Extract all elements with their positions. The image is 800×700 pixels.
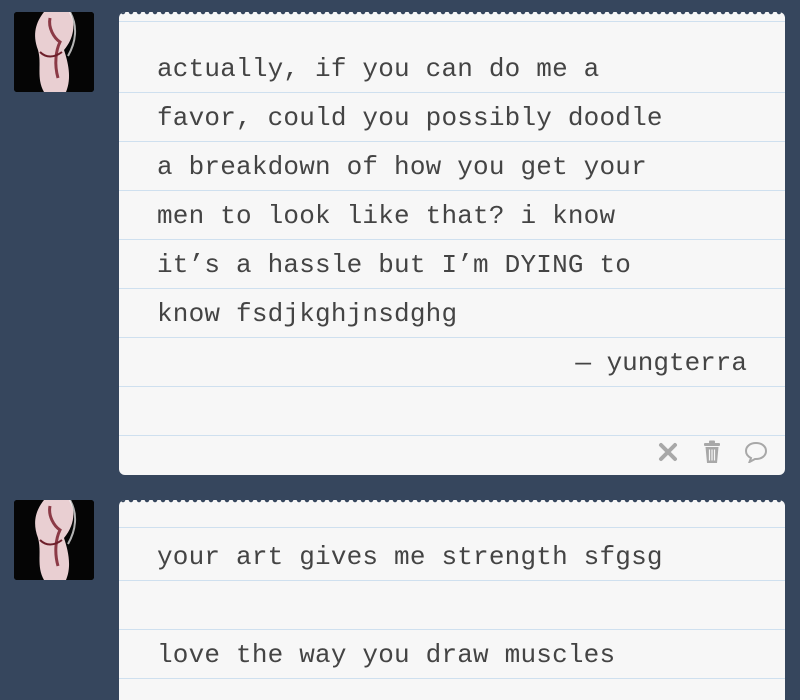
ask-question-text: your art gives me strength sfgsg love th… xyxy=(157,533,757,680)
text-line: actually, if you can do me a xyxy=(157,54,600,84)
ask-card: your art gives me strength sfgsg love th… xyxy=(119,500,785,700)
user-avatar-icon xyxy=(14,12,94,92)
avatar[interactable] xyxy=(14,500,94,580)
text-line: your art gives me strength sfgsg xyxy=(157,542,663,572)
asker-signature[interactable]: — yungterra xyxy=(575,339,747,388)
text-line: men to look like that? i know xyxy=(157,201,616,231)
ask-controls xyxy=(655,439,769,465)
ask-card: actually, if you can do me a favor, coul… xyxy=(119,12,785,475)
reply-icon[interactable] xyxy=(743,439,769,465)
trash-icon[interactable] xyxy=(699,439,725,465)
text-line: know fsdjkghjnsdghg xyxy=(157,299,458,329)
user-avatar-icon xyxy=(14,500,94,580)
text-line: favor, could you possibly doodle xyxy=(157,103,663,133)
close-icon[interactable] xyxy=(655,439,681,465)
avatar[interactable] xyxy=(14,12,94,92)
text-line: a breakdown of how you get your xyxy=(157,152,647,182)
text-line: love the way you draw muscles xyxy=(157,640,616,670)
ask-question-text: actually, if you can do me a favor, coul… xyxy=(157,45,757,339)
text-line: it’s a hassle but I’m DYING to xyxy=(157,250,632,280)
